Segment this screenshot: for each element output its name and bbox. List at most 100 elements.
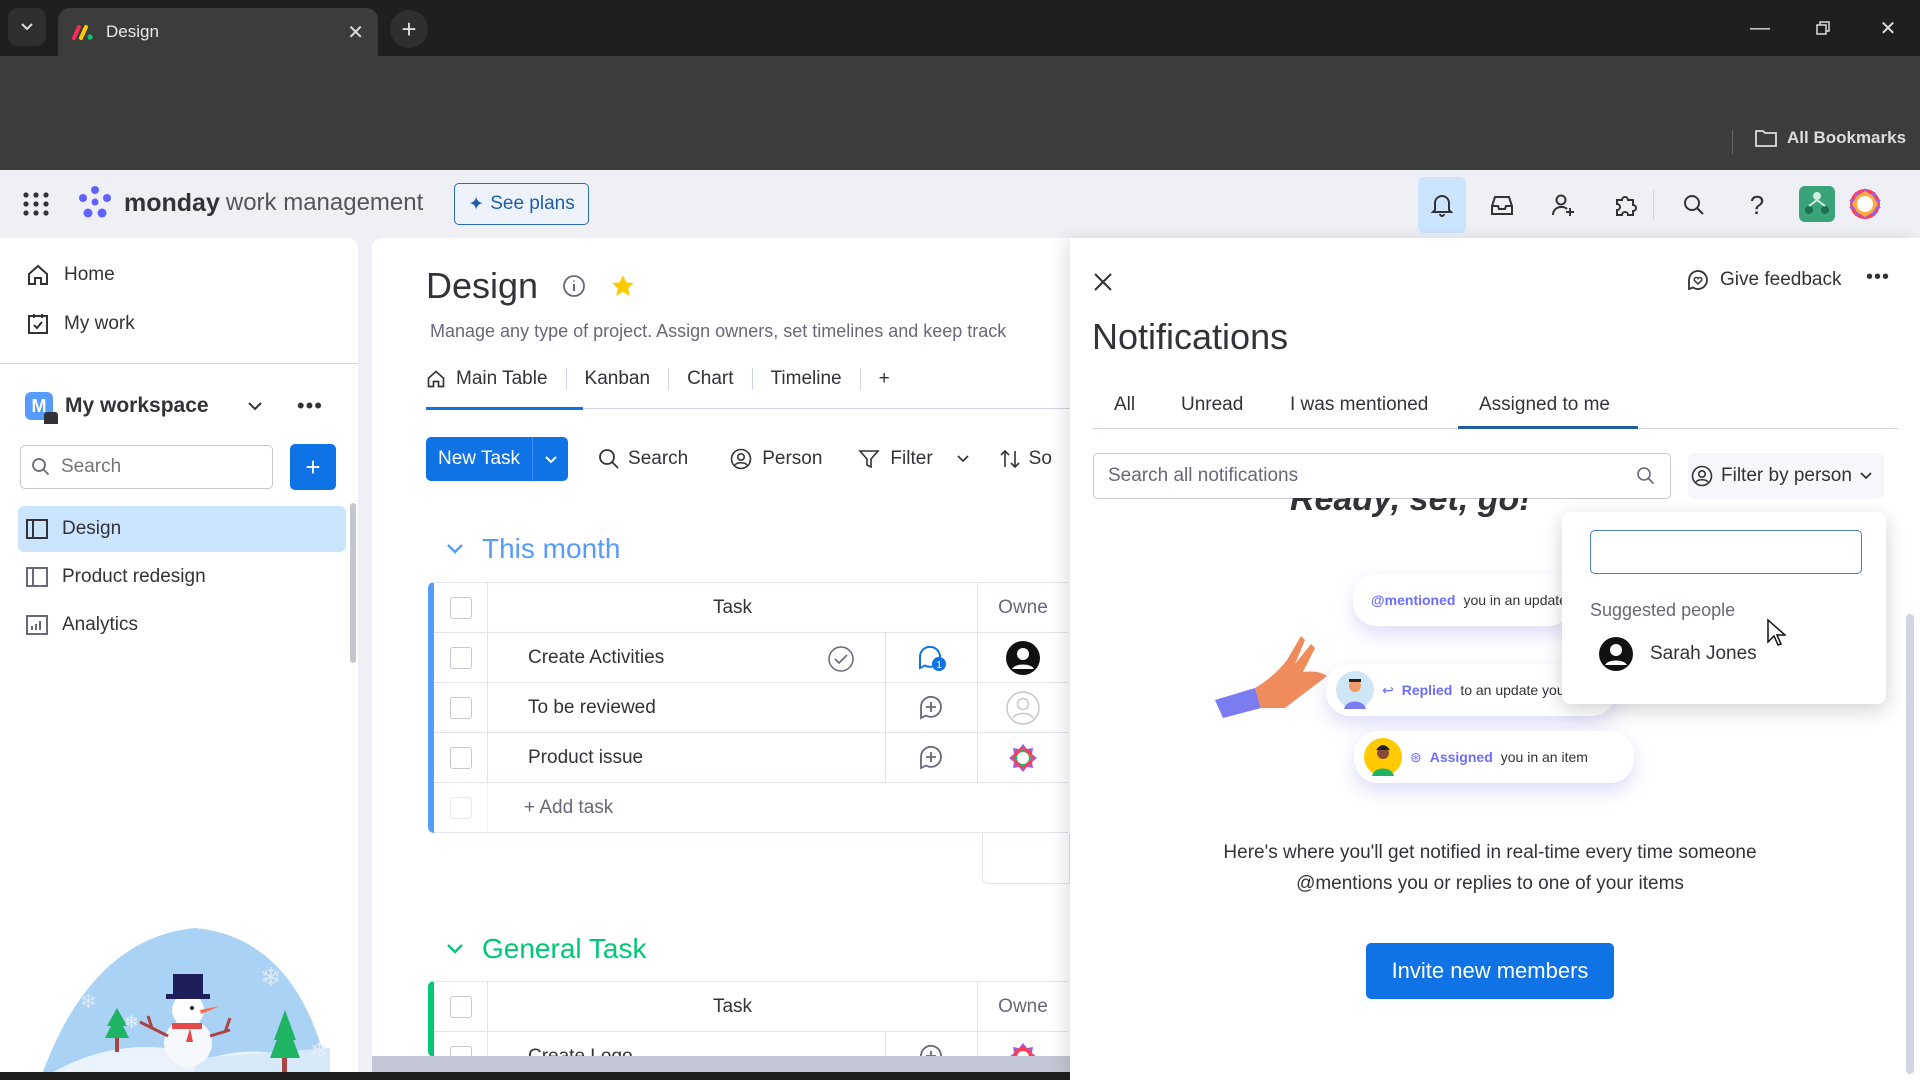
horizontal-scrollbar[interactable] <box>372 1056 1070 1072</box>
invite-members-button[interactable] <box>1541 183 1585 227</box>
task-name-cell[interactable]: Create Activities <box>488 633 886 682</box>
tab-kanban[interactable]: Kanban <box>585 368 651 390</box>
updates-cell[interactable]: 1 <box>886 633 978 682</box>
filter-button[interactable]: Filter <box>858 448 969 470</box>
person-filter-button[interactable]: Person <box>730 448 822 470</box>
monday-brand[interactable]: monday work management <box>76 184 423 222</box>
help-button[interactable]: ? <box>1735 183 1779 227</box>
add-task-input[interactable]: + Add task <box>488 797 613 819</box>
group-header-general-task[interactable]: General Task <box>446 933 646 965</box>
inbox-button[interactable] <box>1480 183 1524 227</box>
workspace-more-icon[interactable]: ••• <box>297 393 323 419</box>
row-checkbox[interactable] <box>450 696 472 719</box>
tab-timeline[interactable]: Timeline <box>771 368 842 390</box>
apps-grid-button[interactable] <box>22 191 50 217</box>
user-avatar[interactable] <box>1845 184 1885 224</box>
task-name[interactable]: To be reviewed <box>528 697 656 719</box>
table-row[interactable]: Create Logo <box>434 1032 1068 1057</box>
add-view-button[interactable]: + <box>879 368 890 390</box>
board-title[interactable]: Design <box>426 265 538 307</box>
notifications-more-menu-icon[interactable]: ••• <box>1866 266 1890 289</box>
new-task-dropdown-button[interactable] <box>532 437 568 481</box>
info-icon[interactable] <box>562 274 586 298</box>
check-circle-icon[interactable] <box>827 645 855 673</box>
updates-cell[interactable] <box>886 733 978 782</box>
chevron-down-icon[interactable] <box>446 943 464 955</box>
notifications-scrollbar[interactable] <box>1906 614 1914 1074</box>
sidebar-item-my-work[interactable]: My work <box>18 302 135 346</box>
apps-marketplace-button[interactable] <box>1603 183 1647 227</box>
new-tab-button[interactable]: + <box>390 10 428 48</box>
new-task-button[interactable]: New Task <box>426 437 532 481</box>
table-row[interactable]: Create Activities 1 <box>434 633 1068 683</box>
owner-cell[interactable] <box>978 633 1068 682</box>
notifications-tab-assigned[interactable]: Assigned to me <box>1479 394 1610 416</box>
add-item-button[interactable]: + <box>290 444 336 490</box>
browser-tab-design[interactable]: Design ✕ <box>58 8 378 56</box>
search-board-button[interactable]: Search <box>598 448 688 470</box>
close-notifications-button[interactable] <box>1092 271 1114 293</box>
group-name[interactable]: General Task <box>482 933 646 965</box>
invite-new-members-button[interactable]: Invite new members <box>1366 943 1614 999</box>
add-task-row[interactable]: + Add task <box>434 783 1068 833</box>
chevron-down-icon[interactable] <box>247 401 263 411</box>
row-checkbox[interactable] <box>450 746 472 769</box>
sidebar-search-input[interactable] <box>20 445 273 489</box>
sidebar-item-analytics[interactable]: Analytics <box>18 603 138 647</box>
person-option-sarah-jones[interactable]: Sarah Jones <box>1598 634 1858 674</box>
row-checkbox[interactable] <box>450 646 472 669</box>
filter-by-person-button[interactable]: Filter by person <box>1688 453 1884 499</box>
owner-cell[interactable] <box>978 683 1068 732</box>
group-name[interactable]: This month <box>482 533 621 565</box>
column-header-owner[interactable]: Owne <box>978 583 1068 632</box>
notifications-tab-all[interactable]: All <box>1114 394 1135 416</box>
sidebar-scrollbar[interactable] <box>350 503 356 663</box>
updates-cell[interactable] <box>886 683 978 732</box>
workspace-selector[interactable]: M My workspace ••• <box>25 392 335 424</box>
tab-main-table[interactable]: Main Table <box>426 368 548 390</box>
table-row[interactable]: Product issue <box>434 733 1068 783</box>
owner-cell[interactable] <box>978 733 1068 782</box>
close-window-button[interactable]: ✕ <box>1868 8 1908 48</box>
column-header-task[interactable]: Task <box>488 583 978 632</box>
notifications-tab-mentioned[interactable]: I was mentioned <box>1290 394 1428 416</box>
select-all-checkbox[interactable] <box>450 596 472 619</box>
owner-cell[interactable] <box>978 1032 1068 1057</box>
sort-button[interactable]: So <box>999 448 1052 470</box>
chevron-down-icon[interactable] <box>446 543 464 555</box>
give-feedback-button[interactable]: Give feedback <box>1686 268 1841 292</box>
task-name-cell[interactable]: To be reviewed <box>488 683 886 732</box>
notifications-tab-unread[interactable]: Unread <box>1181 394 1243 416</box>
search-everything-button[interactable] <box>1672 183 1716 227</box>
notifications-search[interactable] <box>1093 453 1671 499</box>
updates-cell[interactable] <box>886 1032 978 1057</box>
see-plans-label: See plans <box>490 193 575 214</box>
group-header-this-month[interactable]: This month <box>446 533 621 565</box>
tab-search-button[interactable] <box>8 8 46 46</box>
notifications-bell-button[interactable] <box>1418 177 1466 233</box>
sidebar-item-design[interactable]: Design <box>18 506 346 552</box>
table-row[interactable]: To be reviewed <box>434 683 1068 733</box>
restore-button[interactable] <box>1803 8 1843 48</box>
column-header-owner[interactable]: Owne <box>978 982 1068 1031</box>
notifications-search-input[interactable] <box>1108 465 1636 487</box>
column-header-task[interactable]: Task <box>488 982 978 1031</box>
favorite-star-icon[interactable] <box>610 273 636 299</box>
select-all-checkbox[interactable] <box>450 995 472 1018</box>
tab-chart[interactable]: Chart <box>687 368 733 390</box>
minimize-button[interactable]: — <box>1740 8 1780 48</box>
sidebar-item-product-redesign[interactable]: Product redesign <box>18 555 206 599</box>
task-name-cell[interactable]: Create Logo <box>488 1032 886 1057</box>
chevron-down-icon[interactable] <box>957 455 969 463</box>
person-search-input[interactable] <box>1603 541 1848 563</box>
task-name-cell[interactable]: Product issue <box>488 733 886 782</box>
all-bookmarks-button[interactable]: All Bookmarks <box>1755 128 1906 148</box>
task-name[interactable]: Create Activities <box>528 647 664 669</box>
sidebar-item-home[interactable]: Home <box>18 253 115 297</box>
sidebar-search-field[interactable] <box>61 456 251 478</box>
see-plans-button[interactable]: ✦ See plans <box>454 183 589 225</box>
workspace-account-avatar[interactable] <box>1799 186 1835 222</box>
person-search-box[interactable] <box>1590 530 1862 574</box>
task-name[interactable]: Product issue <box>528 747 643 769</box>
close-tab-icon[interactable]: ✕ <box>347 20 364 45</box>
